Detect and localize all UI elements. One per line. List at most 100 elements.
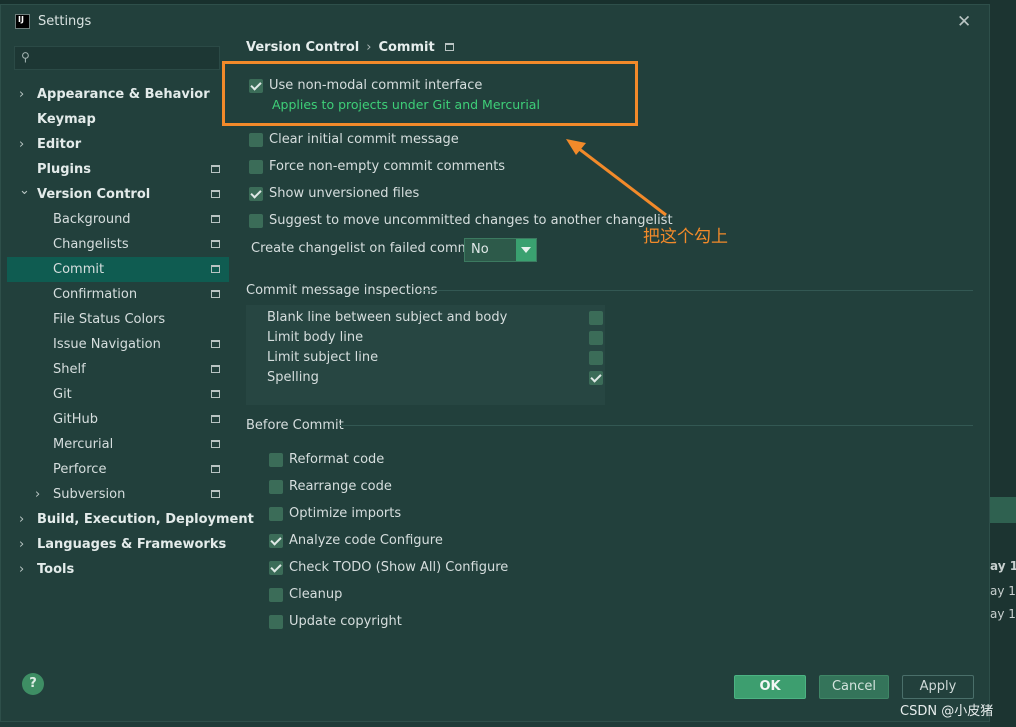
close-icon[interactable]: ✕ [957, 12, 971, 32]
before-commit-label: Check TODO (Show All) Configure [289, 560, 509, 575]
sidebar-item-label: Tools [37, 562, 75, 577]
window-title: Settings [38, 14, 92, 29]
before-commit-checkbox[interactable] [269, 615, 283, 629]
sidebar-item-label: Build, Execution, Deployment [37, 512, 254, 527]
before-commit-label: Analyze code Configure [289, 533, 443, 548]
before-commit-checkbox[interactable] [269, 453, 283, 467]
section-divider [421, 290, 973, 291]
background-text: ay 1 [990, 607, 1016, 621]
project-scope-icon [211, 215, 220, 223]
force-non-empty-checkbox[interactable] [249, 160, 263, 174]
background-bar [990, 497, 1016, 523]
project-scope-icon [211, 265, 220, 273]
sidebar-item-label: Background [53, 212, 131, 227]
sidebar-item-confirmation[interactable]: Confirmation [7, 282, 229, 307]
background-text: ay 1 [990, 559, 1016, 573]
project-scope-icon [211, 415, 220, 423]
clear-initial-commit-checkbox[interactable] [249, 133, 263, 147]
clear-initial-commit-label: Clear initial commit message [269, 132, 459, 147]
search-input[interactable] [37, 49, 215, 67]
apply-button[interactable]: Apply [902, 675, 974, 699]
chevron-right-icon[interactable]: › [19, 532, 24, 557]
sidebar-item-label: File Status Colors [53, 312, 166, 327]
project-scope-icon [211, 440, 220, 448]
sidebar-item-label: Perforce [53, 462, 107, 477]
breadcrumb-current: Commit [378, 40, 435, 55]
watermark: CSDN @小皮猪 [900, 704, 994, 719]
project-scope-icon [211, 465, 220, 473]
project-scope-icon [211, 190, 220, 198]
project-scope-icon [211, 165, 220, 173]
before-commit-checkbox[interactable] [269, 588, 283, 602]
ok-button[interactable]: OK [734, 675, 806, 699]
before-commit-label: Rearrange code [289, 479, 392, 494]
help-button[interactable]: ? [22, 673, 44, 695]
intellij-app-icon: IJ [15, 14, 30, 29]
sidebar-item-shelf[interactable]: Shelf [7, 357, 229, 382]
inspection-checkbox[interactable] [589, 331, 603, 345]
chevron-right-icon[interactable]: › [19, 507, 24, 532]
sidebar-item-changelists[interactable]: Changelists [7, 232, 229, 257]
sidebar-item-label: Version Control [37, 187, 151, 202]
force-non-empty-label: Force non-empty commit comments [269, 159, 506, 174]
project-scope-icon [211, 490, 220, 498]
sidebar-item-subversion[interactable]: › Subversion [7, 482, 229, 507]
sidebar-item-git[interactable]: Git [7, 382, 229, 407]
inspection-checkbox[interactable] [589, 311, 603, 325]
show-unversioned-checkbox[interactable] [249, 187, 263, 201]
sidebar-item-label: Subversion [53, 487, 126, 502]
sidebar-item-label: Appearance & Behavior [37, 87, 210, 102]
sidebar-item-commit[interactable]: Commit [7, 257, 229, 282]
breadcrumb-parent[interactable]: Version Control [246, 40, 359, 55]
sidebar-item-editor[interactable]: › Editor [7, 132, 229, 157]
inspection-label: Blank line between subject and body [267, 310, 508, 325]
sidebar-item-mercurial[interactable]: Mercurial [7, 432, 229, 457]
before-commit-checkbox[interactable] [269, 507, 283, 521]
annotation-text: 把这个勾上 [643, 227, 728, 247]
project-scope-icon [211, 240, 220, 248]
sidebar-item-github[interactable]: GitHub [7, 407, 229, 432]
sidebar-item-appearance-behavior[interactable]: › Appearance & Behavior [7, 82, 229, 107]
sidebar-item-label: Plugins [37, 162, 91, 177]
sidebar-item-file-status-colors[interactable]: File Status Colors [7, 307, 229, 332]
annotation-arrow [566, 139, 667, 217]
sidebar-item-build-execution-deployment[interactable]: › Build, Execution, Deployment [7, 507, 254, 532]
sidebar-item-languages-frameworks[interactable]: › Languages & Frameworks [7, 532, 229, 557]
before-commit-checkbox[interactable] [269, 480, 283, 494]
before-commit-checkbox[interactable] [269, 561, 283, 575]
chevron-right-icon[interactable]: › [19, 82, 24, 107]
sidebar-item-tools[interactable]: › Tools [7, 557, 229, 582]
sidebar-item-label: Issue Navigation [53, 337, 161, 352]
settings-search[interactable]: ⚲ [14, 46, 220, 70]
sidebar-item-plugins[interactable]: Plugins [7, 157, 229, 182]
cancel-button[interactable]: Cancel [819, 675, 889, 699]
settings-tree: › Appearance & Behavior Keymap › Editor Plugi… [7, 82, 254, 582]
sidebar-item-version-control[interactable]: ⌄ Version Control [7, 182, 229, 207]
sidebar-item-issue-navigation[interactable]: Issue Navigation [7, 332, 229, 357]
sidebar-item-label: Git [53, 387, 72, 402]
chevron-down-icon [516, 239, 536, 261]
project-scope-icon [444, 43, 454, 51]
suggest-move-checkbox[interactable] [249, 214, 263, 228]
failed-commit-value: No [471, 242, 489, 257]
background-text: ay 1 [990, 584, 1016, 598]
project-scope-icon [211, 340, 220, 348]
chevron-down-icon[interactable]: ⌄ [19, 178, 30, 203]
chevron-right-icon[interactable]: › [35, 482, 40, 507]
inspection-label: Limit body line [267, 330, 364, 345]
sidebar-item-label: Editor [37, 137, 82, 152]
project-scope-icon [211, 365, 220, 373]
inspection-checkbox[interactable] [589, 371, 603, 385]
before-commit-checkbox[interactable] [269, 534, 283, 548]
chevron-right-icon[interactable]: › [19, 132, 24, 157]
sidebar-item-keymap[interactable]: Keymap [7, 107, 229, 132]
sidebar-item-background[interactable]: Background [7, 207, 229, 232]
inspections-list: Blank line between subject and body Limit… [246, 305, 605, 405]
before-commit-label: Reformat code [289, 452, 385, 467]
failed-commit-label: Create changelist on failed commit: [251, 241, 484, 256]
failed-commit-dropdown[interactable]: No [464, 238, 537, 262]
sidebar-item-perforce[interactable]: Perforce [7, 457, 229, 482]
chevron-right-icon[interactable]: › [19, 557, 24, 582]
inspection-checkbox[interactable] [589, 351, 603, 365]
sidebar-item-label: GitHub [53, 412, 99, 427]
